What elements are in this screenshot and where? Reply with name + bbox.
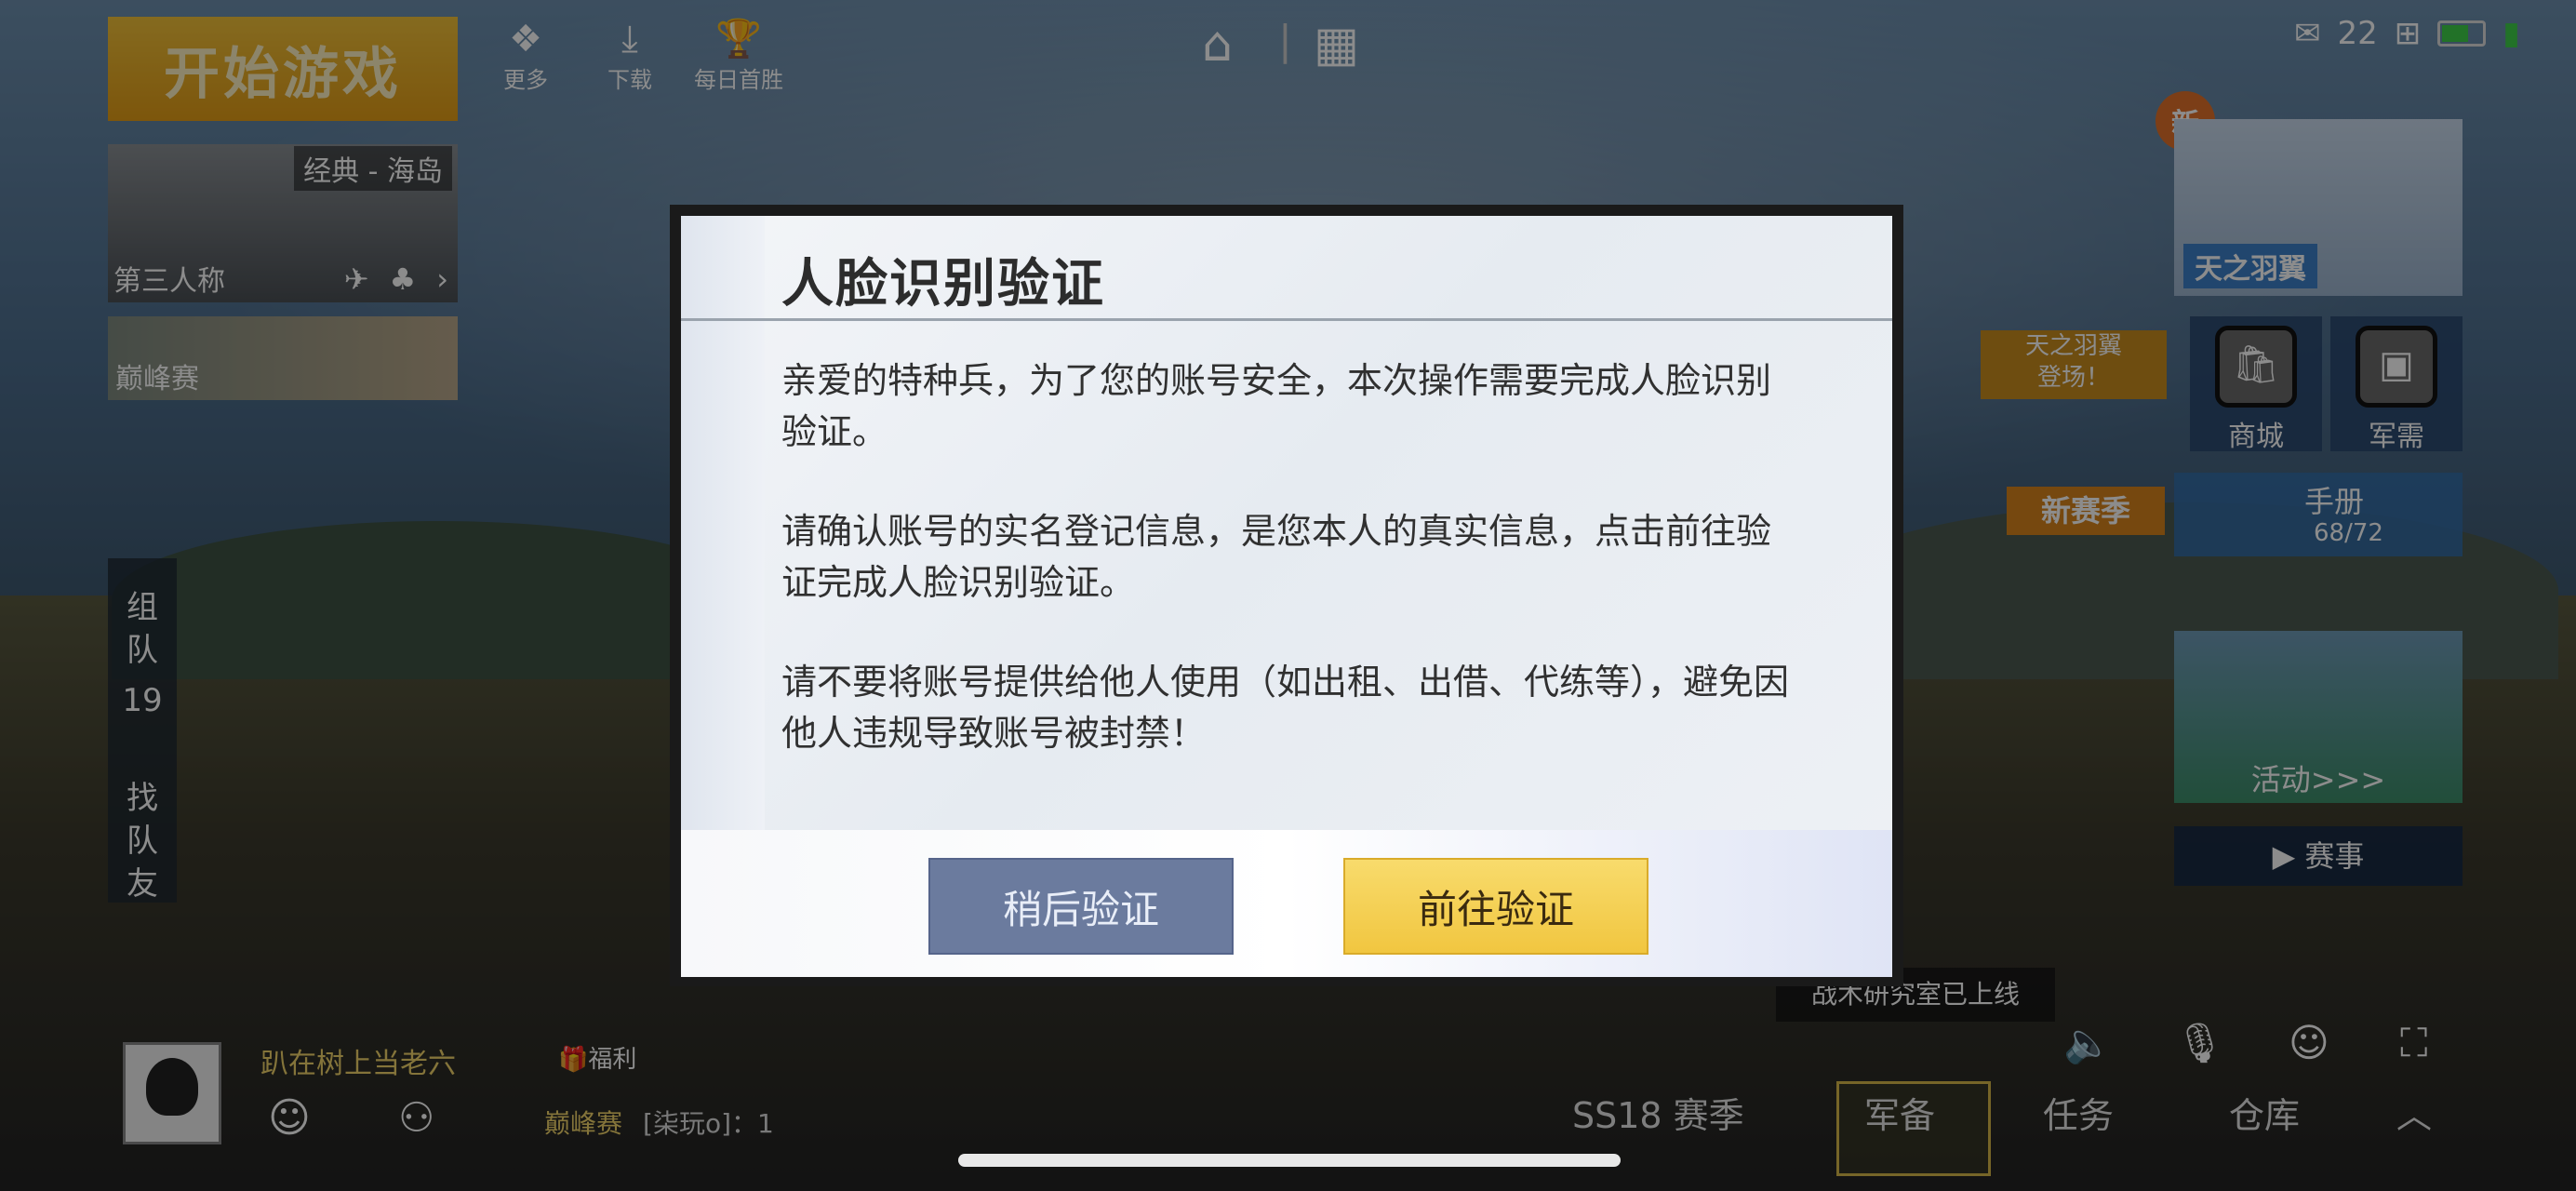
dialog-body: 亲爱的特种兵，为了您的账号安全，本次操作需要完成人脸识别验证。 请确认账号的实名… — [781, 355, 1805, 808]
dialog-paragraph: 请确认账号的实名登记信息，是您本人的真实信息，点击前往验证完成人脸识别验证。 — [781, 511, 1772, 603]
face-verify-dialog: 人脸识别验证 亲爱的特种兵，为了您的账号安全，本次操作需要完成人脸识别验证。 请… — [670, 205, 1903, 986]
dialog-footer — [681, 830, 1892, 977]
title-divider — [681, 318, 1892, 321]
dialog-paragraph: 请不要将账号提供给他人使用（如出租、出借、代练等），避免因他人违规导致账号被封禁… — [781, 662, 1790, 754]
dialog-panel: 人脸识别验证 亲爱的特种兵，为了您的账号安全，本次操作需要完成人脸识别验证。 请… — [681, 216, 1892, 977]
go-verify-button[interactable]: 前往验证 — [1343, 858, 1648, 955]
dialog-title: 人脸识别验证 — [781, 254, 1105, 314]
home-indicator[interactable] — [958, 1154, 1621, 1167]
verify-later-button[interactable]: 稍后验证 — [928, 858, 1234, 955]
dialog-paragraph: 亲爱的特种兵，为了您的账号安全，本次操作需要完成人脸识别验证。 — [781, 360, 1772, 452]
